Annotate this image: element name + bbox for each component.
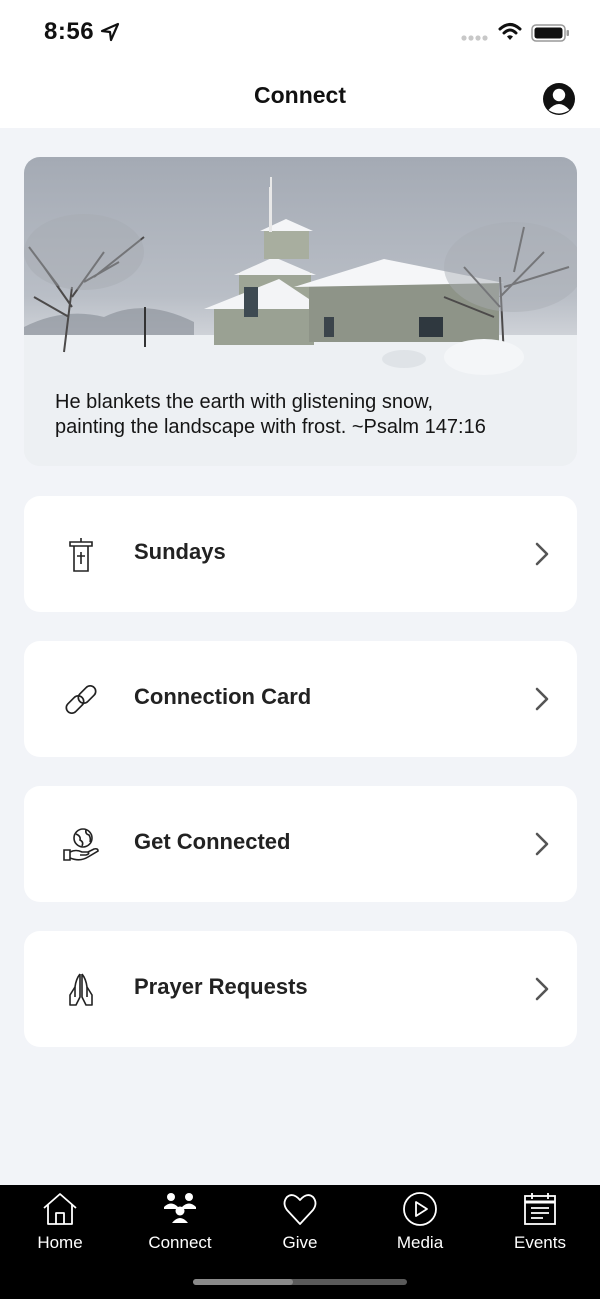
tab-label: Home bbox=[37, 1233, 83, 1252]
chevron-right-icon bbox=[535, 687, 549, 711]
navigation-bar: Connect bbox=[0, 64, 600, 128]
tab-label: Media bbox=[396, 1233, 444, 1252]
location-arrow-icon bbox=[100, 22, 120, 42]
people-icon bbox=[164, 1193, 196, 1223]
tab-home[interactable]: Home bbox=[0, 1185, 120, 1265]
hero-caption-line-1: He blankets the earth with glistening sn… bbox=[55, 391, 433, 413]
home-indicator-highlight bbox=[193, 1279, 293, 1285]
menu-item-label: Get Connected bbox=[134, 829, 291, 854]
hero-banner: He blankets the earth with glistening sn… bbox=[24, 157, 577, 466]
battery-icon bbox=[531, 24, 569, 42]
status-bar: 8:56 bbox=[0, 0, 600, 64]
menu-item-label: Connection Card bbox=[134, 684, 312, 709]
hero-caption-line-2: painting the landscape with frost. ~Psal… bbox=[55, 416, 486, 438]
menu-item-prayer-requests[interactable]: Prayer Requests bbox=[24, 931, 577, 1047]
globe-in-hand-icon bbox=[63, 828, 99, 861]
heart-icon bbox=[283, 1194, 317, 1225]
tab-label: Events bbox=[514, 1233, 566, 1252]
chevron-right-icon bbox=[535, 542, 549, 566]
menu-item-label: Sundays bbox=[134, 539, 226, 564]
pulpit-icon bbox=[69, 538, 93, 572]
tab-media[interactable]: Media bbox=[360, 1185, 480, 1265]
calendar-icon bbox=[524, 1193, 556, 1225]
tab-events[interactable]: Events bbox=[480, 1185, 600, 1265]
menu-item-sundays[interactable]: Sundays bbox=[24, 496, 577, 612]
person-circle-icon[interactable] bbox=[542, 82, 576, 116]
cellular-signal-icon bbox=[461, 35, 488, 41]
tab-label: Give bbox=[282, 1233, 318, 1252]
home-icon bbox=[43, 1193, 77, 1225]
chevron-right-icon bbox=[535, 977, 549, 1001]
menu-item-connection-card[interactable]: Connection Card bbox=[24, 641, 577, 757]
page-title: Connect bbox=[254, 82, 346, 108]
tab-give[interactable]: Give bbox=[240, 1185, 360, 1265]
wifi-icon bbox=[498, 23, 522, 40]
hero-caption: He blankets the earth with glistening sn… bbox=[55, 390, 565, 440]
tab-connect[interactable]: Connect bbox=[120, 1185, 240, 1265]
status-time: 8:56 bbox=[44, 18, 95, 45]
menu-item-label: Prayer Requests bbox=[134, 974, 308, 999]
chevron-right-icon bbox=[535, 832, 549, 856]
tab-label: Connect bbox=[148, 1233, 212, 1252]
menu-item-get-connected[interactable]: Get Connected bbox=[24, 786, 577, 902]
play-circle-icon bbox=[403, 1192, 437, 1226]
link-icon bbox=[65, 684, 97, 715]
praying-hands-icon bbox=[69, 973, 93, 1006]
